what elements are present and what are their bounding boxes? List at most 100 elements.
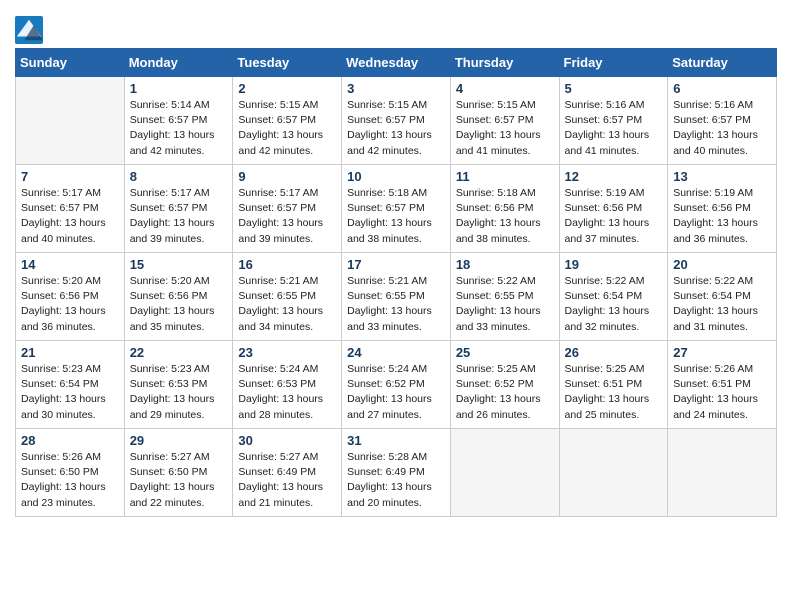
cell-info-line: Daylight: 13 hours [347,480,445,495]
cell-info-line: Sunset: 6:57 PM [565,113,663,128]
cell-info-line: Sunrise: 5:22 AM [456,274,554,289]
cell-info-line: Sunset: 6:57 PM [347,113,445,128]
cell-info-line: Daylight: 13 hours [130,304,228,319]
cell-4-5 [559,429,668,517]
day-number: 22 [130,345,228,360]
day-number: 11 [456,169,554,184]
cell-info-line: Daylight: 13 hours [565,216,663,231]
cell-info-line: Daylight: 13 hours [238,216,336,231]
cell-0-5: 5Sunrise: 5:16 AMSunset: 6:57 PMDaylight… [559,77,668,165]
cell-info-line: and 26 minutes. [456,408,554,423]
cell-info-line: Sunset: 6:57 PM [21,201,119,216]
day-number: 20 [673,257,771,272]
day-number: 17 [347,257,445,272]
cell-3-6: 27Sunrise: 5:26 AMSunset: 6:51 PMDayligh… [668,341,777,429]
cell-3-3: 24Sunrise: 5:24 AMSunset: 6:52 PMDayligh… [342,341,451,429]
cell-info-line: Sunset: 6:57 PM [673,113,771,128]
day-number: 26 [565,345,663,360]
cell-info-line: and 22 minutes. [130,496,228,511]
col-header-sunday: Sunday [16,49,125,77]
cell-4-0: 28Sunrise: 5:26 AMSunset: 6:50 PMDayligh… [16,429,125,517]
day-number: 7 [21,169,119,184]
cell-info-line: and 34 minutes. [238,320,336,335]
cell-info-line: and 40 minutes. [673,144,771,159]
cell-info-line: Sunrise: 5:14 AM [130,98,228,113]
cell-info-line: and 39 minutes. [238,232,336,247]
cell-2-0: 14Sunrise: 5:20 AMSunset: 6:56 PMDayligh… [16,253,125,341]
cell-info-line: Sunset: 6:49 PM [238,465,336,480]
day-number: 8 [130,169,228,184]
header-row: SundayMondayTuesdayWednesdayThursdayFrid… [16,49,777,77]
cell-info-line: Daylight: 13 hours [238,392,336,407]
cell-info-line: Sunrise: 5:24 AM [238,362,336,377]
cell-info-line: Sunset: 6:50 PM [130,465,228,480]
cell-info-line: Daylight: 13 hours [347,304,445,319]
cell-info-line: Daylight: 13 hours [21,480,119,495]
cell-info-line: and 42 minutes. [347,144,445,159]
cell-info-line: Daylight: 13 hours [456,392,554,407]
week-row-2: 14Sunrise: 5:20 AMSunset: 6:56 PMDayligh… [16,253,777,341]
cell-info-line: and 36 minutes. [673,232,771,247]
cell-info-line: Daylight: 13 hours [347,392,445,407]
cell-info-line: Sunset: 6:54 PM [673,289,771,304]
cell-info-line: Sunrise: 5:15 AM [347,98,445,113]
cell-0-1: 1Sunrise: 5:14 AMSunset: 6:57 PMDaylight… [124,77,233,165]
cell-1-2: 9Sunrise: 5:17 AMSunset: 6:57 PMDaylight… [233,165,342,253]
cell-info-line: Sunrise: 5:22 AM [565,274,663,289]
day-number: 1 [130,81,228,96]
cell-info-line: Sunset: 6:52 PM [456,377,554,392]
cell-info-line: Daylight: 13 hours [130,128,228,143]
cell-info-line: Sunset: 6:56 PM [673,201,771,216]
cell-1-1: 8Sunrise: 5:17 AMSunset: 6:57 PMDaylight… [124,165,233,253]
cell-info-line: and 23 minutes. [21,496,119,511]
cell-3-4: 25Sunrise: 5:25 AMSunset: 6:52 PMDayligh… [450,341,559,429]
cell-info-line: and 20 minutes. [347,496,445,511]
day-number: 9 [238,169,336,184]
cell-2-5: 19Sunrise: 5:22 AMSunset: 6:54 PMDayligh… [559,253,668,341]
day-number: 21 [21,345,119,360]
cell-info-line: Daylight: 13 hours [238,304,336,319]
cell-info-line: and 38 minutes. [347,232,445,247]
cell-info-line: Sunrise: 5:25 AM [565,362,663,377]
week-row-1: 7 Sunrise: 5:17 AM Sunset: 6:57 PM Daylight… [16,165,777,253]
week-row-4: 28Sunrise: 5:26 AMSunset: 6:50 PMDayligh… [16,429,777,517]
cell-info-line: Sunset: 6:51 PM [673,377,771,392]
day-number: 23 [238,345,336,360]
cell-info-line: and 27 minutes. [347,408,445,423]
cell-info-line: Daylight: 13 hours [347,216,445,231]
cell-info-line: Sunrise: 5:18 AM [347,186,445,201]
day-number: 28 [21,433,119,448]
cell-info-line: and 41 minutes. [456,144,554,159]
cell-info-line: and 28 minutes. [238,408,336,423]
cell-info-line: Daylight: 13 hours [21,304,119,319]
cell-0-0 [16,77,125,165]
cell-info-line: Daylight: 13 hours [456,216,554,231]
page-header [15,10,777,44]
cell-info-line: Sunset: 6:55 PM [347,289,445,304]
cell-info-line: Sunrise: 5:27 AM [130,450,228,465]
col-header-tuesday: Tuesday [233,49,342,77]
cell-info-line: Daylight: 13 hours [673,128,771,143]
col-header-monday: Monday [124,49,233,77]
cell-info-line: Daylight: 13 hours [565,128,663,143]
col-header-thursday: Thursday [450,49,559,77]
cell-info-line: and 25 minutes. [565,408,663,423]
cell-info-line: Sunset: 6:53 PM [130,377,228,392]
cell-info-line: Sunrise: 5:19 AM [565,186,663,201]
day-number: 6 [673,81,771,96]
cell-4-6 [668,429,777,517]
cell-info-line: Sunrise: 5:17 AM [238,186,336,201]
logo [15,16,47,44]
day-number: 24 [347,345,445,360]
cell-2-2: 16Sunrise: 5:21 AMSunset: 6:55 PMDayligh… [233,253,342,341]
cell-4-1: 29Sunrise: 5:27 AMSunset: 6:50 PMDayligh… [124,429,233,517]
day-number: 3 [347,81,445,96]
cell-info-line: and 32 minutes. [565,320,663,335]
cell-info-line: and 24 minutes. [673,408,771,423]
cell-info-line: Sunset: 6:56 PM [565,201,663,216]
cell-0-4: 4Sunrise: 5:15 AMSunset: 6:57 PMDaylight… [450,77,559,165]
cell-info-line: Sunrise: 5:22 AM [673,274,771,289]
cell-info-line: and 37 minutes. [565,232,663,247]
cell-info-line: Sunrise: 5:24 AM [347,362,445,377]
cell-info-line: Sunrise: 5:16 AM [565,98,663,113]
